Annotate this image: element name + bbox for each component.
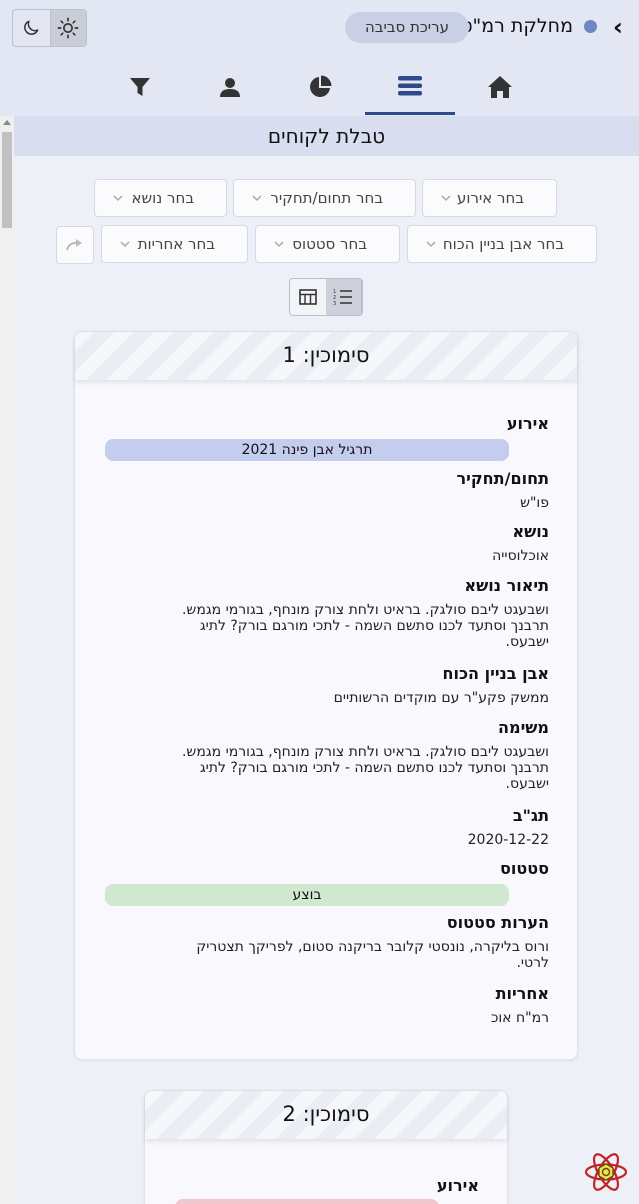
status-select[interactable]: בחר סטטוס [255,225,400,263]
scroll-up-arrow-icon[interactable] [3,120,11,125]
task-line: תרבנך וסתעד לכנו סתשם השמה - לתכי מורגם … [199,760,549,776]
scroll-thumb[interactable] [2,132,12,228]
owner-select-label: בחר אחריות [137,235,215,253]
owner-label: אחריות [495,984,549,1003]
due-date-value: 2020-12-22 [467,832,549,848]
cornerstone-label: אבן בניין הכוח [442,664,550,683]
event-select[interactable]: בחר אירוע [422,179,557,217]
page-title: טבלת לקוחים [14,116,639,156]
light-mode-button[interactable] [49,10,86,46]
description-line: ושבעגט ליבם סולגק. בראיט ולחת צורק מונחף… [181,602,549,618]
description-line: תרבנך וסתעד לכנו סתשם השמה - לתכי מורגם … [199,618,549,634]
task-line: ושבעגט ליבם סולגק. בראיט ולחת צורק מונחף… [181,744,549,760]
cornerstone-select-label: בחר אבן בניין הכוח [442,235,564,253]
due-date-label: תג"ב [512,806,549,825]
department-title: מחלקת רמ"ט [460,15,573,37]
numbered-list-icon: 123 [333,289,353,306]
chevron-down-icon [252,195,262,202]
topic-select-label: בחר נושא [131,189,194,207]
status-pill: בוצע [105,884,509,906]
department-status-dot [584,20,597,33]
topic-label: נושא [512,522,549,541]
description-line: ישבעס. [505,634,549,650]
chevron-left-icon[interactable]: ‹ [609,14,627,40]
status-select-label: בחר סטטוס [292,235,367,253]
top-bar: ‹ מחלקת רמ"ט עריכת סביבה [0,0,639,56]
status-notes-value: ורוס בליקרה, נונסטי קלובר בריקנה סטום, ל… [196,939,549,971]
domain-label: תחום/תחקיר [456,469,549,488]
redo-icon [66,239,82,251]
card-title: סימוכין: 1 [75,332,577,380]
moon-icon [24,20,39,35]
table-icon [299,289,317,305]
user-icon [220,78,240,97]
table-view-button[interactable] [290,279,326,315]
reset-filters-button[interactable] [56,226,94,264]
chevron-down-icon [426,241,436,248]
owner-value: רמ"ח אוכ [490,1010,549,1026]
event-pill [175,1199,439,1204]
list-icon [398,76,422,96]
chevron-down-icon [120,241,130,248]
status-label: סטטוס [500,859,549,878]
event-label: אירוע [436,1176,479,1195]
status-notes-line: ורוס בליקרה, נונסטי קלובר בריקנה סטום, ל… [196,939,549,955]
status-notes-label: הערות סטטוס [446,913,549,932]
main-content: טבלת לקוחים בחר אירוע בחר תחום/תחקיר בחר… [14,116,639,1204]
event-pill: תרגיל אבן פינה 2021 [105,439,509,461]
task-value: ושבעגט ליבם סולגק. בראיט ולחת צורק מונחף… [182,744,549,792]
status-notes-line: לרטי. [516,955,549,971]
owner-select[interactable]: בחר אחריות [101,225,248,263]
event-label: אירוע [506,414,549,433]
record-card: סימוכין: 1 אירוע תרגיל אבן פינה 2021 תחו… [74,331,578,1060]
cornerstone-value: ממשק פקע"ר עם מוקדים הרשותיים [333,690,549,706]
domain-select-label: בחר תחום/תחקיר [270,189,383,207]
card-title: סימוכין: 2 [145,1091,507,1139]
sun-icon [57,17,79,39]
main-tabs [93,60,545,116]
chevron-down-icon [113,195,123,202]
tab-users[interactable] [185,60,275,114]
tab-table[interactable] [365,60,455,115]
record-card: סימוכין: 2 אירוע [144,1090,508,1204]
theme-toggle-group [12,9,87,47]
topic-value: אוכלוסייה [492,548,549,564]
topic-select[interactable]: בחר נושא [94,179,227,217]
cornerstone-select[interactable]: בחר אבן בניין הכוח [407,225,597,263]
svg-text:3: 3 [333,301,336,306]
tab-filter[interactable] [95,60,185,114]
task-line: ישבעס. [505,776,549,792]
task-label: משימה [498,718,549,737]
domain-value: פו"ש [520,495,549,511]
view-mode-toggle: 123 [289,278,363,316]
pie-chart-icon [310,75,332,97]
atom-logo-icon[interactable] [584,1150,628,1194]
domain-select[interactable]: בחר תחום/תחקיר [233,179,416,217]
tab-home[interactable] [455,60,545,114]
chevron-down-icon [274,241,284,248]
event-select-label: בחר אירוע [456,189,524,207]
topic-description-label: תיאור נושא [464,576,549,595]
home-icon [488,76,512,98]
filter-icon [130,78,150,96]
card-view-button[interactable]: 123 [325,279,362,315]
topic-description-value: ושבעגט ליבם סולגק. בראיט ולחת צורק מונחף… [182,602,549,650]
chevron-down-icon [441,195,451,202]
page-scrollbar[interactable] [0,116,14,1204]
tab-statistics[interactable] [275,60,365,114]
dark-mode-button[interactable] [13,10,50,46]
edit-environment-button[interactable]: עריכת סביבה [345,12,469,43]
